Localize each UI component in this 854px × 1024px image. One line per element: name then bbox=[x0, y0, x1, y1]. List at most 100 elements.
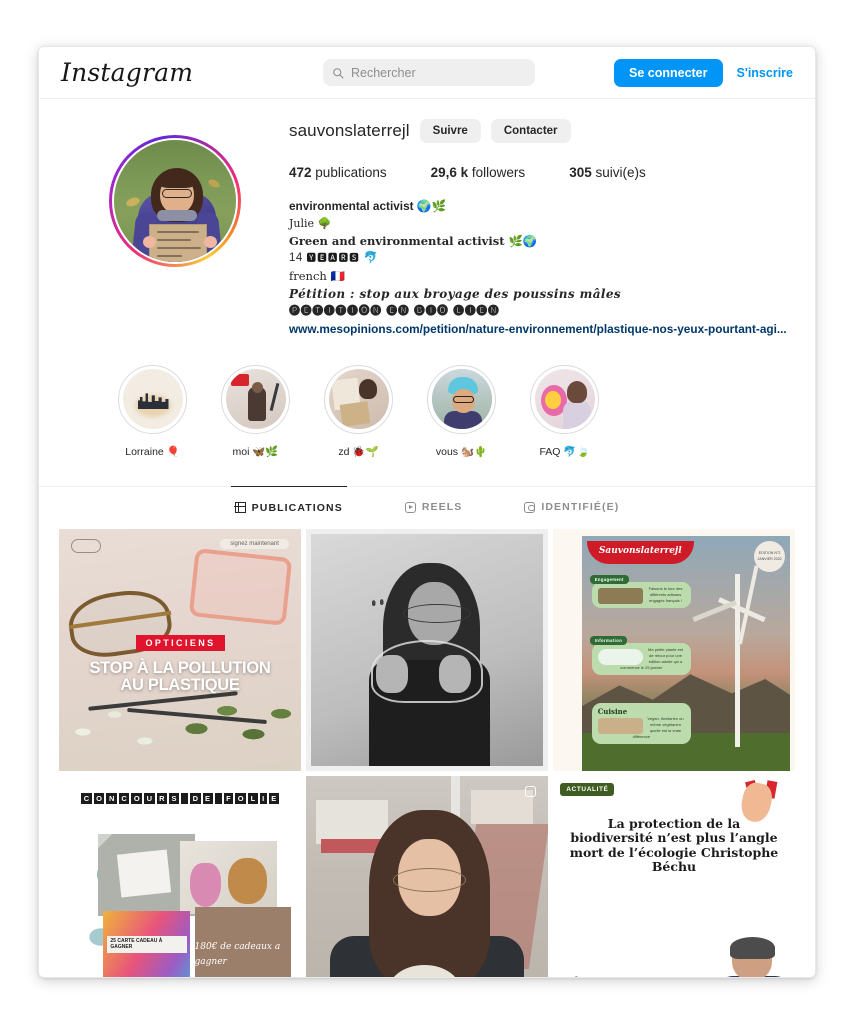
tab-tagged[interactable]: IDENTIFIÉ(E) bbox=[520, 486, 623, 528]
selfie-glasses-icon bbox=[393, 867, 466, 893]
post-eyebrow: OPTICIENS bbox=[136, 635, 225, 652]
post-opticiens[interactable]: signez maintenant OPTICIENS STOP À LA PO… bbox=[59, 528, 301, 771]
stat-following-label: suivi(e)s bbox=[595, 165, 646, 180]
post-title-line-1: STOP À LA POLLUTION bbox=[89, 658, 271, 677]
turbine-mast bbox=[734, 573, 741, 748]
highlight-faq-label: FAQ 🐬🍃 bbox=[539, 445, 590, 458]
newsletter-section-information: Information Ma petite plante est de reto… bbox=[589, 635, 691, 675]
section-tag-engagement: Engagement bbox=[589, 575, 629, 585]
stat-following-value: 305 bbox=[569, 165, 592, 180]
newsletter-stamp: EDITION N°2 JANVIER 2022 bbox=[753, 541, 786, 573]
search-input[interactable]: Rechercher bbox=[323, 59, 535, 86]
post-concours[interactable]: CONCOURS DE FOLIE 25 CARTE CADEAU À GAGN… bbox=[59, 775, 301, 977]
contact-button[interactable]: Contacter bbox=[490, 119, 571, 143]
profile-bio: environmental activist 🌍🌿 Julie 🌳 Green … bbox=[289, 198, 793, 339]
post-selfie-reel[interactable] bbox=[306, 775, 548, 977]
tab-publications[interactable]: PUBLICATIONS bbox=[230, 485, 347, 528]
reels-icon bbox=[404, 501, 416, 513]
stat-publications-label: publications bbox=[315, 165, 387, 180]
bio-line-3: Green and environmental activist 🌿🌍 bbox=[289, 233, 538, 248]
tab-publications-label: PUBLICATIONS bbox=[251, 501, 343, 514]
actualite-badge: ACTUALITÉ bbox=[560, 783, 615, 797]
bio-line-4-suffix: 🐬 bbox=[360, 252, 379, 265]
grid-icon bbox=[234, 502, 246, 514]
turbine-blade-3 bbox=[692, 599, 738, 622]
bio-link[interactable]: www.mesopinions.com/petition/nature-envi… bbox=[289, 321, 793, 339]
profile-header: sauvonslaterrejl Suivre Contacter 472 pu… bbox=[39, 99, 815, 339]
stat-publications[interactable]: 472 publications bbox=[289, 165, 387, 180]
avatar-story-ring[interactable] bbox=[109, 135, 241, 267]
post-actualite[interactable]: ACTUALITÉ La protection de la biodiversi… bbox=[553, 775, 795, 977]
highlight-lorraine-cover bbox=[122, 369, 183, 430]
gift-card-text: 25 CARTE CADEAU À GAGNER bbox=[110, 937, 163, 951]
highlight-moi-label: moi 🦋🌿 bbox=[232, 445, 279, 458]
post-grid: signez maintenant OPTICIENS STOP À LA PO… bbox=[39, 528, 815, 977]
tagged-icon bbox=[524, 501, 536, 513]
green-leaves bbox=[170, 688, 301, 771]
highlight-faq-cover bbox=[534, 369, 595, 430]
highlight-vous-ring bbox=[427, 364, 496, 434]
highlight-vous[interactable]: vous 🐿️🌵 bbox=[410, 364, 513, 458]
bio-line-4-prefix: 14 bbox=[289, 252, 307, 265]
avatar[interactable] bbox=[112, 138, 238, 264]
login-button[interactable]: Se connecter bbox=[614, 58, 723, 87]
bio-line-4: 14 🆈🅴🅰🆁🆂 🐬 bbox=[289, 250, 793, 267]
highlight-faq[interactable]: FAQ 🐬🍃 bbox=[513, 364, 616, 458]
search-icon bbox=[333, 67, 344, 79]
search-placeholder: Rechercher bbox=[351, 65, 416, 80]
bio-line-4-boxed: 🆈🅴🅰🆁🆂 bbox=[306, 253, 361, 265]
right-hand bbox=[439, 654, 471, 694]
highlight-vous-cover bbox=[431, 369, 492, 430]
section-tag-cuisine: Cuisine bbox=[597, 707, 628, 717]
bio-line-2: Julie 🌳 bbox=[289, 216, 332, 230]
highlight-zd-cover bbox=[328, 369, 389, 430]
top-navigation-bar: Instagram Rechercher Se connecter S'insc… bbox=[39, 47, 815, 99]
bio-line-1: environmental activist 🌍🌿 bbox=[289, 199, 447, 213]
turbine-blade-1 bbox=[738, 565, 759, 645]
nav-actions: Se connecter S'inscrire bbox=[614, 58, 793, 87]
prize-amount-box: 180€ de cadeaux a gagner bbox=[194, 906, 292, 977]
highlight-zd-ring bbox=[324, 364, 393, 434]
product-pink bbox=[189, 863, 222, 907]
instagram-logo[interactable]: Instagram bbox=[61, 58, 193, 87]
bio-line-7: 🅟🅔🅣🅘🅣🅘🅞🅝 🅔🅝 🅑🅘🅞 🅛🅘🅔🅝 bbox=[289, 304, 500, 318]
bio-line-5: french 🇫🇷 bbox=[289, 268, 345, 283]
avatar-image bbox=[114, 140, 236, 262]
left-hand bbox=[376, 654, 408, 694]
highlight-lorraine-ring bbox=[118, 364, 187, 434]
highlight-zd[interactable]: zd 🐞🌱 bbox=[307, 364, 410, 458]
highlight-moi[interactable]: moi 🦋🌿 bbox=[204, 364, 307, 458]
post-badge: signez maintenant bbox=[220, 538, 289, 549]
stat-publications-value: 472 bbox=[289, 165, 312, 180]
tab-reels[interactable]: REELS bbox=[401, 486, 467, 528]
product-brown bbox=[228, 858, 268, 905]
reels-icon bbox=[524, 785, 536, 797]
signup-link[interactable]: S'inscrire bbox=[737, 66, 793, 80]
politician-photo bbox=[715, 937, 793, 977]
tab-tagged-label: IDENTIFIÉ(E) bbox=[541, 501, 620, 514]
highlight-lorraine-label: Lorraine 🎈 bbox=[125, 445, 180, 458]
highlight-lorraine[interactable]: Lorraine 🎈 bbox=[101, 364, 204, 458]
username-row: sauvonslaterrejl Suivre Contacter bbox=[289, 119, 793, 143]
post-title: STOP À LA POLLUTION AU PLASTIQUE bbox=[66, 658, 293, 695]
actualite-headline: La protection de la biodiversité n’est p… bbox=[569, 816, 779, 874]
profile-username: sauvonslaterrejl bbox=[289, 121, 410, 140]
brand-logo-icon bbox=[71, 538, 102, 553]
stat-followers[interactable]: 29,6 k followers bbox=[431, 165, 526, 180]
post-title-line-2: AU PLASTIQUE bbox=[120, 675, 240, 694]
section-tag-information: Information bbox=[589, 635, 628, 645]
stat-followers-value: 29,6 k bbox=[430, 165, 469, 180]
follow-button[interactable]: Suivre bbox=[419, 119, 481, 143]
newsletter-title: Sauvonslaterrejl bbox=[586, 541, 694, 565]
story-highlights: Lorraine 🎈 moi 🦋🌿 zd 🐞🌱 vous 🐿️🌵 FAQ 🐬🍃 bbox=[39, 339, 815, 458]
instagram-window: Instagram Rechercher Se connecter S'insc… bbox=[38, 46, 816, 978]
highlight-zd-label: zd 🐞🌱 bbox=[338, 445, 379, 458]
newsletter-section-cuisine: Cuisine Vegan, flexitarien ou même végét… bbox=[591, 703, 691, 745]
post-newsletter[interactable]: Sauvonslaterrejl EDITION N°2 JANVIER 202… bbox=[553, 528, 795, 771]
newsletter-section-engagement: Engagement Faisons le tour des différent… bbox=[589, 575, 691, 609]
prize-amount-text: 180€ de cadeaux a gagner bbox=[194, 941, 281, 967]
profile-tabs: PUBLICATIONS REELS IDENTIFIÉ(E) bbox=[39, 485, 815, 528]
stat-following[interactable]: 305 suivi(e)s bbox=[569, 165, 646, 180]
stat-followers-label: followers bbox=[471, 165, 526, 180]
post-bw-portrait[interactable] bbox=[306, 528, 548, 771]
